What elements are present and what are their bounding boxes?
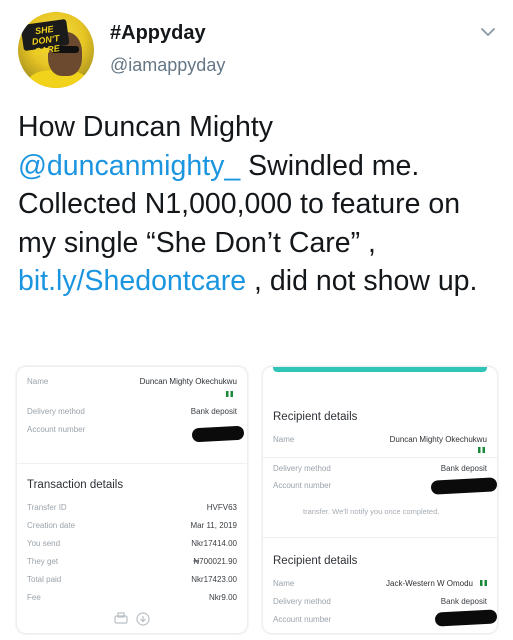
name-label: Name xyxy=(273,435,295,444)
nigeria-flag-icon xyxy=(480,580,487,586)
tweet-text-part: , did not show up. xyxy=(246,265,478,297)
display-name[interactable]: #Appyday xyxy=(110,22,206,45)
name-label: Name xyxy=(27,377,49,386)
name-value: Duncan Mighty Okechukwu xyxy=(139,377,237,386)
nigeria-flag-icon xyxy=(478,447,485,453)
redaction-mark xyxy=(434,609,497,627)
account-label: Account number xyxy=(27,425,86,434)
divider xyxy=(17,463,247,464)
row-label: They get xyxy=(27,557,59,566)
recipient-title: Recipient details xyxy=(273,555,358,567)
name-row: Name Jack-Western W Omodu xyxy=(273,579,487,593)
chevron-down-icon[interactable] xyxy=(478,22,498,42)
tweet-text: How Duncan Mighty @duncanmighty_ Swindle… xyxy=(18,108,498,301)
name-label: Name xyxy=(273,579,295,588)
recipient-title: Recipient details xyxy=(273,411,358,423)
mention-link[interactable]: @duncanmighty_ xyxy=(18,150,240,182)
print-icon xyxy=(114,612,128,624)
nigeria-flag-icon xyxy=(226,391,233,397)
delivery-row: Delivery method Bank deposit xyxy=(273,464,487,478)
row-value: HVFV63 xyxy=(206,503,237,512)
row-label: Fee xyxy=(27,593,41,602)
row-value: Nkr9.00 xyxy=(208,593,237,602)
table-row: Total paid Nkr17423.00 xyxy=(27,575,237,589)
row-label: You send xyxy=(27,539,61,548)
delivery-value: Bank deposit xyxy=(190,407,237,416)
download-icon xyxy=(136,612,150,626)
user-handle[interactable]: @iamappyday xyxy=(110,55,225,76)
divider xyxy=(263,457,497,458)
transaction-title: Transaction details xyxy=(27,479,124,491)
delivery-label: Delivery method xyxy=(27,407,85,416)
table-row: Fee Nkr9.00 xyxy=(27,593,237,607)
row-value: ₦700021.90 xyxy=(193,557,237,566)
redaction-mark xyxy=(191,425,245,443)
account-label: Account number xyxy=(273,615,332,624)
row-label: Total paid xyxy=(27,575,62,584)
attached-image-right[interactable]: Recipient details Name Duncan Mighty Oke… xyxy=(262,366,498,634)
url-link[interactable]: bit.ly/Shedontcare xyxy=(18,265,246,297)
card-action-icons xyxy=(114,612,150,626)
account-label: Account number xyxy=(273,481,332,490)
row-value: Nkr17414.00 xyxy=(191,539,237,548)
name-value: Jack-Western W Omodu xyxy=(386,579,473,588)
attached-image-left[interactable]: Name Duncan Mighty Okechukwu Delivery me… xyxy=(16,366,248,634)
name-value: Duncan Mighty Okechukwu xyxy=(389,435,487,444)
notice-text: transfer. We'll notify you once complete… xyxy=(303,507,440,516)
tweet-text-part: How Duncan Mighty xyxy=(18,111,274,143)
delivery-label: Delivery method xyxy=(273,597,331,606)
table-row: Creation date Mar 11, 2019 xyxy=(27,521,237,535)
row-value: Mar 11, 2019 xyxy=(190,521,237,530)
table-row: Transfer ID HVFV63 xyxy=(27,503,237,517)
name-row: Name Duncan Mighty Okechukwu xyxy=(273,435,487,449)
delivery-row: Delivery method Bank deposit xyxy=(273,597,487,611)
avatar[interactable]: SHE DON'T CARE xyxy=(18,12,94,88)
row-label: Creation date xyxy=(27,521,76,530)
table-row: They get ₦700021.90 xyxy=(27,557,237,571)
row-label: Transfer ID xyxy=(27,503,67,512)
accent-bar xyxy=(273,367,487,372)
delivery-row: Delivery method Bank deposit xyxy=(27,407,237,421)
delivery-value: Bank deposit xyxy=(440,597,487,606)
delivery-value: Bank deposit xyxy=(440,464,487,473)
tweet-header: SHE DON'T CARE #Appyday @iamappyday xyxy=(18,12,498,92)
divider xyxy=(263,537,497,538)
redaction-mark xyxy=(430,477,497,495)
table-row: You send Nkr17414.00 xyxy=(27,539,237,553)
row-value: Nkr17423.00 xyxy=(191,575,237,584)
name-row: Name Duncan Mighty Okechukwu xyxy=(27,377,237,391)
delivery-label: Delivery method xyxy=(273,464,331,473)
